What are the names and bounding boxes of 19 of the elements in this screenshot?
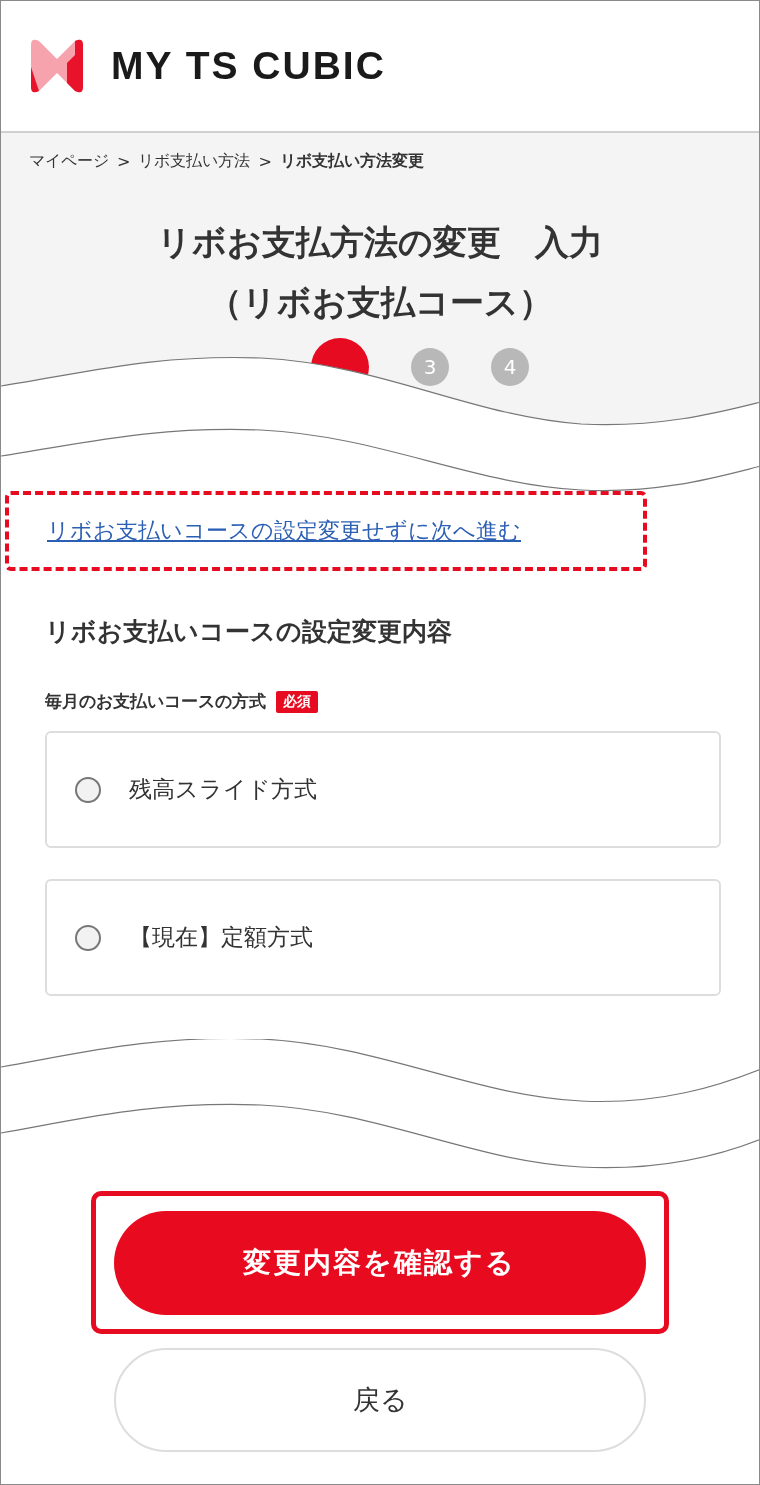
step-indicator: 3 [411,348,449,386]
field-label: 毎月のお支払いコースの方式 [45,690,266,713]
breadcrumb-item: リボ支払い方法変更 [279,151,424,172]
breadcrumb-item[interactable]: リボ支払い方法 [138,151,251,172]
skip-link[interactable]: リボお支払いコースの設定変更せずに次へ進む [47,516,521,546]
required-badge: 必須 [276,690,318,713]
section-title: リボお支払いコースの設定変更内容 [45,616,453,648]
radio-option[interactable]: 残高スライド方式 [45,731,721,848]
radio-button[interactable] [75,776,101,803]
confirm-button[interactable]: 変更内容を確認する [113,1210,646,1315]
breadcrumb-separator: > [258,152,272,171]
breadcrumb-item[interactable]: マイページ [29,151,109,172]
back-button[interactable]: 戻る [114,1348,646,1452]
radio-option[interactable]: 【現在】定額方式 [45,879,721,996]
logo-text: MY TS CUBIC [111,44,386,88]
step-indicator: 4 [491,348,529,386]
radio-button[interactable] [75,924,101,951]
page-title: リボお支払方法の変更 入力 （リボお支払コース） [156,221,604,324]
breadcrumb-separator: > [117,152,131,171]
